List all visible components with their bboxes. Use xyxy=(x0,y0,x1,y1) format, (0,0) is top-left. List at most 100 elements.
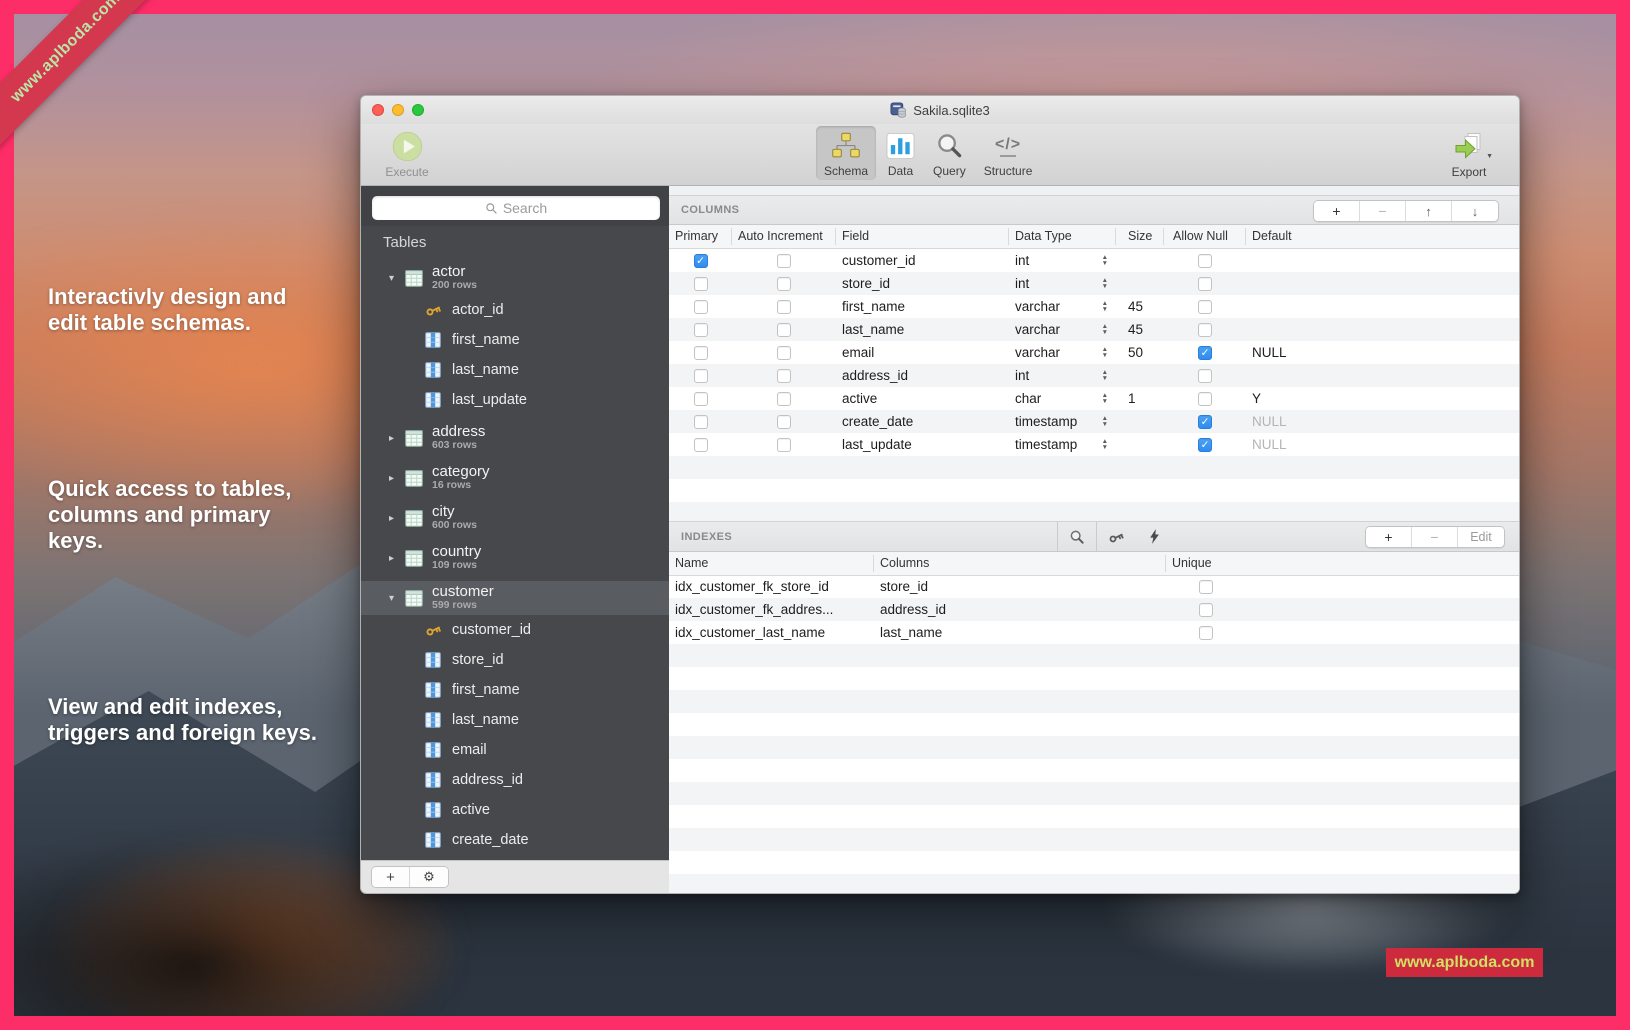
export-button[interactable]: ▼ Export xyxy=(1441,128,1497,179)
primary-checkbox[interactable] xyxy=(694,300,708,314)
field-cell[interactable]: active xyxy=(836,391,1009,406)
remove-index-button[interactable]: − xyxy=(1412,527,1458,547)
move-column-up-button[interactable]: ↑ xyxy=(1406,201,1452,221)
titlebar[interactable]: Sakila.sqlite3 xyxy=(361,96,1519,124)
sidebar-item-customer-customer_id[interactable]: customer_id xyxy=(361,615,669,645)
disclosure-down-icon[interactable]: ▾ xyxy=(389,593,405,604)
column-row-email[interactable]: emailvarchar▲▼50✓NULL xyxy=(669,341,1519,364)
sidebar-item-actor[interactable]: ▾actor200 rows xyxy=(361,261,669,295)
data-type-cell[interactable]: char▲▼ xyxy=(1009,391,1116,406)
size-cell[interactable]: 1 xyxy=(1116,391,1164,406)
default-cell[interactable]: NULL xyxy=(1246,437,1519,452)
index-columns-cell[interactable]: last_name xyxy=(874,625,1166,640)
disclosure-right-icon[interactable]: ▸ xyxy=(389,513,405,524)
primary-checkbox[interactable] xyxy=(694,277,708,291)
search-input[interactable]: Search xyxy=(372,196,660,220)
field-cell[interactable]: email xyxy=(836,345,1009,360)
primary-checkbox[interactable] xyxy=(694,438,708,452)
allow-null-checkbox[interactable] xyxy=(1198,323,1212,337)
sidebar-item-customer[interactable]: ▾customer599 rows xyxy=(361,581,669,615)
field-cell[interactable]: first_name xyxy=(836,299,1009,314)
stepper-icon[interactable]: ▲▼ xyxy=(1102,278,1108,290)
primary-checkbox[interactable] xyxy=(694,369,708,383)
column-row-address_id[interactable]: address_idint▲▼ xyxy=(669,364,1519,387)
sidebar-item-customer-create_date[interactable]: create_date xyxy=(361,825,669,855)
index-columns-cell[interactable]: address_id xyxy=(874,602,1166,617)
allow-null-checkbox[interactable] xyxy=(1198,369,1212,383)
fullscreen-button[interactable] xyxy=(412,104,424,116)
field-cell[interactable]: address_id xyxy=(836,368,1009,383)
default-cell[interactable]: Y xyxy=(1246,391,1519,406)
close-button[interactable] xyxy=(372,104,384,116)
key-icon[interactable] xyxy=(1097,522,1135,551)
allow-null-checkbox[interactable]: ✓ xyxy=(1198,438,1212,452)
data-type-cell[interactable]: int▲▼ xyxy=(1009,253,1116,268)
execute-button[interactable]: Execute xyxy=(375,128,439,179)
sidebar-item-customer-email[interactable]: email xyxy=(361,735,669,765)
sidebar-item-actor-actor_id[interactable]: actor_id xyxy=(361,295,669,325)
auto-increment-checkbox[interactable] xyxy=(777,277,791,291)
allow-null-checkbox[interactable] xyxy=(1198,277,1212,291)
sidebar-item-customer-first_name[interactable]: first_name xyxy=(361,675,669,705)
stepper-icon[interactable]: ▲▼ xyxy=(1102,301,1108,313)
field-cell[interactable]: customer_id xyxy=(836,253,1009,268)
stepper-icon[interactable]: ▲▼ xyxy=(1102,439,1108,451)
disclosure-down-icon[interactable]: ▾ xyxy=(389,273,405,284)
allow-null-checkbox[interactable] xyxy=(1198,392,1212,406)
data-type-cell[interactable]: varchar▲▼ xyxy=(1009,345,1116,360)
column-row-create_date[interactable]: create_datetimestamp▲▼ ✓ NULL xyxy=(669,410,1519,433)
unique-checkbox[interactable] xyxy=(1199,603,1213,617)
stepper-icon[interactable]: ▲▼ xyxy=(1102,416,1108,428)
size-cell[interactable]: 50 xyxy=(1116,345,1164,360)
stepper-icon[interactable]: ▲▼ xyxy=(1102,370,1108,382)
view-button-structure[interactable]: </>Structure xyxy=(976,126,1041,180)
column-row-first_name[interactable]: first_namevarchar▲▼45 xyxy=(669,295,1519,318)
minimize-button[interactable] xyxy=(392,104,404,116)
view-button-schema[interactable]: Schema xyxy=(816,126,876,180)
sidebar-item-customer-store_id[interactable]: store_id xyxy=(361,645,669,675)
search-icon[interactable] xyxy=(1058,522,1096,551)
sidebar-item-city[interactable]: ▸city600 rows xyxy=(361,501,669,535)
stepper-icon[interactable]: ▲▼ xyxy=(1102,255,1108,267)
auto-increment-checkbox[interactable] xyxy=(777,346,791,360)
auto-increment-checkbox[interactable] xyxy=(777,323,791,337)
data-type-cell[interactable]: timestamp▲▼ xyxy=(1009,414,1116,429)
stepper-icon[interactable]: ▲▼ xyxy=(1102,393,1108,405)
primary-checkbox[interactable] xyxy=(694,323,708,337)
view-button-data[interactable]: Data xyxy=(878,126,923,180)
index-name-cell[interactable]: idx_customer_fk_store_id xyxy=(669,579,874,594)
disclosure-right-icon[interactable]: ▸ xyxy=(389,553,405,564)
primary-checkbox[interactable] xyxy=(694,392,708,406)
sidebar-item-actor-last_name[interactable]: last_name xyxy=(361,355,669,385)
auto-increment-checkbox[interactable] xyxy=(777,254,791,268)
view-button-query[interactable]: Query xyxy=(925,126,974,180)
field-cell[interactable]: create_date xyxy=(836,414,1009,429)
data-type-cell[interactable]: varchar▲▼ xyxy=(1009,322,1116,337)
remove-column-button[interactable]: − xyxy=(1360,201,1406,221)
auto-increment-checkbox[interactable] xyxy=(777,415,791,429)
add-index-button[interactable]: + xyxy=(1366,527,1412,547)
default-cell[interactable]: NULL xyxy=(1246,414,1519,429)
sidebar-item-customer-address_id[interactable]: address_id xyxy=(361,765,669,795)
auto-increment-checkbox[interactable] xyxy=(777,300,791,314)
actions-gear-button[interactable]: ⚙ xyxy=(410,867,448,887)
sidebar-item-customer-active[interactable]: active xyxy=(361,795,669,825)
index-columns-cell[interactable]: store_id xyxy=(874,579,1166,594)
stepper-icon[interactable]: ▲▼ xyxy=(1102,347,1108,359)
disclosure-right-icon[interactable]: ▸ xyxy=(389,473,405,484)
size-cell[interactable]: 45 xyxy=(1116,322,1164,337)
unique-checkbox[interactable] xyxy=(1199,580,1213,594)
size-cell[interactable]: 45 xyxy=(1116,299,1164,314)
column-row-last_update[interactable]: last_updatetimestamp▲▼✓NULL xyxy=(669,433,1519,456)
default-cell[interactable]: NULL xyxy=(1246,345,1519,360)
index-row-idx_customer_last_name[interactable]: idx_customer_last_namelast_name xyxy=(669,621,1519,644)
allow-null-checkbox[interactable]: ✓ xyxy=(1198,415,1212,429)
lightning-icon[interactable] xyxy=(1135,522,1173,551)
sidebar-item-actor-first_name[interactable]: first_name xyxy=(361,325,669,355)
field-cell[interactable]: store_id xyxy=(836,276,1009,291)
auto-increment-checkbox[interactable] xyxy=(777,392,791,406)
column-row-customer_id[interactable]: ✓customer_idint▲▼ xyxy=(669,249,1519,272)
data-type-cell[interactable]: int▲▼ xyxy=(1009,276,1116,291)
index-name-cell[interactable]: idx_customer_fk_addres... xyxy=(669,602,874,617)
column-row-active[interactable]: activechar▲▼1 Y xyxy=(669,387,1519,410)
